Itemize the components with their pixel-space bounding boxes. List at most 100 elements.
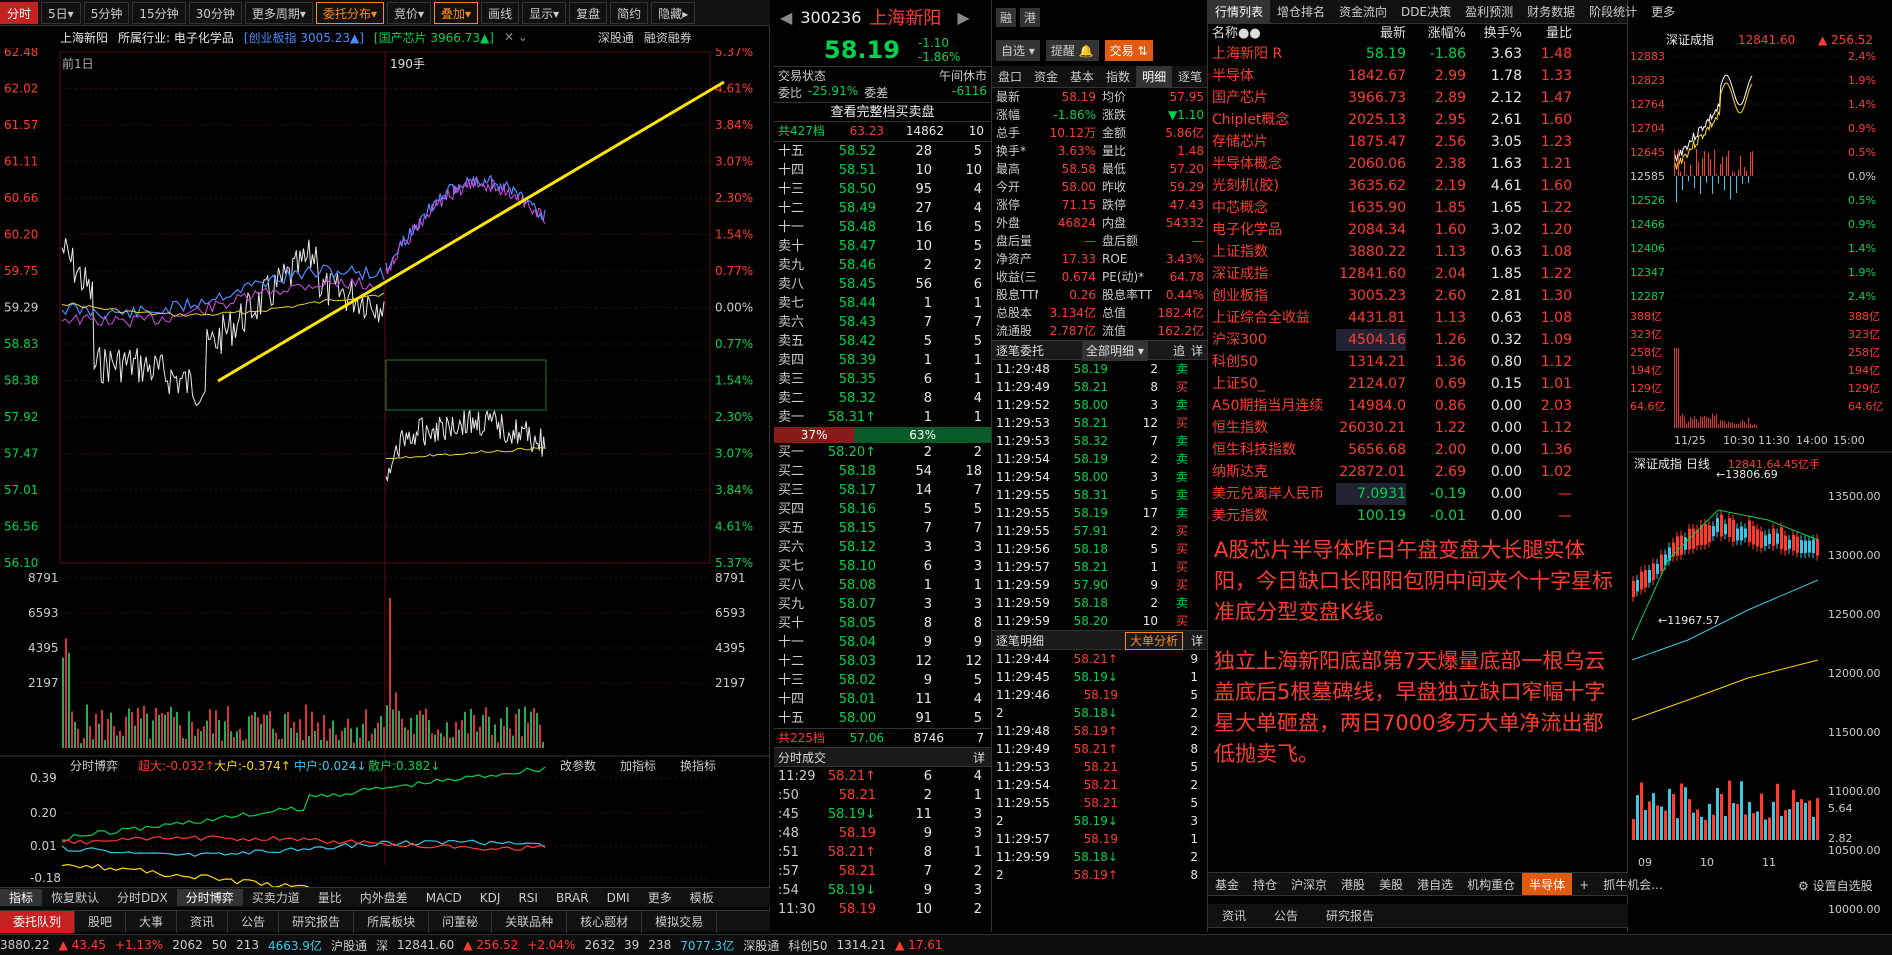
news-tab[interactable]: 研究报告 [1312, 904, 1388, 927]
flow-button[interactable]: 换指标 [680, 758, 716, 773]
trend-line[interactable] [217, 80, 725, 383]
indicator-tab[interactable]: 模板 [681, 889, 723, 906]
ask-row[interactable]: 卖九 58.46 2 2 [774, 256, 991, 275]
list-row[interactable]: 恒生指数 26030.21 1.22 0.00 1.12 [1208, 417, 1627, 439]
index-chart[interactable]: 深证成指 12841.60 ▲ 256.52 12883 2.4% 12823 1.9% 12… [1628, 0, 1892, 932]
full-book-link[interactable]: 查看完整档买卖盘 [774, 102, 991, 122]
watch-tab[interactable]: 港股 [1334, 873, 1372, 895]
list-row[interactable]: 光刻机(胶) 3635.62 2.19 4.61 1.60 [1208, 175, 1627, 197]
list-row[interactable]: 科创50 1314.21 1.36 0.80 1.12 [1208, 351, 1627, 373]
chevron-down-icon[interactable]: ✕ ⌄ [504, 30, 528, 44]
bid-row[interactable]: 买四 58.16 5 5 [774, 500, 991, 519]
big-order-button[interactable]: 大单分析 [1124, 632, 1183, 650]
bid-row[interactable]: 十五 58.00 91 5 [774, 709, 991, 728]
bottom-tab[interactable]: 关联品种 [492, 910, 568, 933]
order-distribution-button[interactable]: 委托分布▾ [315, 1, 384, 24]
bid-row[interactable]: 买十 58.05 8 8 [774, 614, 991, 633]
list-col-header[interactable]: 最新 [1336, 24, 1406, 43]
hide-button[interactable]: 隐藏▸ [651, 1, 696, 24]
replay-button[interactable]: 复盘 [569, 1, 608, 24]
list-row[interactable]: 半导体概念 2060.06 2.38 1.63 1.21 [1208, 153, 1627, 175]
list-row[interactable]: 存储芯片 1875.47 2.56 3.05 1.23 [1208, 131, 1627, 153]
flow-button[interactable]: 改参数 [560, 758, 596, 773]
indicator-tab[interactable]: 恢复默认 [42, 889, 108, 906]
bottom-tab[interactable]: 委托队列 [0, 910, 76, 933]
tab-15min[interactable]: 15分钟 [132, 1, 186, 24]
indicator-tab[interactable]: RSI [509, 891, 547, 905]
ask-row[interactable]: 十五 58.52 28 5 [774, 142, 991, 161]
bottom-tab[interactable]: 所属板块 [354, 910, 430, 933]
hk-badge[interactable]: 港 [1020, 7, 1041, 27]
bottom-tab[interactable]: 问董秘 [429, 910, 493, 933]
indicator-tab[interactable]: 分时博弈 [176, 889, 243, 906]
flow-button[interactable]: 加指标 [620, 758, 656, 773]
stats-tab[interactable]: 资金 [1028, 66, 1064, 87]
bid-row[interactable]: 十四 58.01 11 4 [774, 690, 991, 709]
list-col-header[interactable]: 换手% [1466, 24, 1522, 43]
overlay-index-1[interactable]: [创业板指 3005.23▲] [244, 29, 364, 46]
stats-tab[interactable]: 指数 [1100, 66, 1136, 87]
bottom-tab[interactable]: 股吧 [75, 910, 127, 933]
prev-stock-icon[interactable]: ◀ [780, 8, 792, 27]
zhubi-follow-button[interactable]: 追 [1173, 341, 1185, 361]
list-row[interactable]: 美元兑离岸人民币 7.0931 -0.19 0.00 — [1208, 483, 1627, 505]
ask-row[interactable]: 卖四 58.39 1 1 [774, 351, 991, 370]
draw-line-button[interactable]: 画线 [481, 1, 520, 24]
list-row[interactable]: 国产芯片 3966.73 2.89 2.12 1.47 [1208, 87, 1627, 109]
fenshi-detail-button[interactable]: 详 [973, 748, 985, 768]
watch-tab[interactable]: 半导体 [1522, 873, 1573, 895]
list-tab[interactable]: 增仓排名 [1270, 0, 1332, 23]
indicator-tab[interactable]: 内外盘差 [351, 889, 417, 906]
tab-30min[interactable]: 30分钟 [188, 1, 242, 24]
trade-button[interactable]: 交易 ⇅ [1104, 39, 1153, 61]
stats-tab[interactable]: 盘口 [992, 66, 1028, 87]
tab-5day[interactable]: 5日▾ [41, 1, 81, 24]
list-row[interactable]: 半导体 1842.67 2.99 1.78 1.33 [1208, 65, 1627, 87]
indicator-tab[interactable]: BRAR [547, 891, 598, 905]
list-col-header[interactable]: 涨幅% [1406, 24, 1466, 43]
watch-tab[interactable]: 美股 [1372, 873, 1410, 895]
bottom-tab[interactable]: 模拟交易 [642, 910, 718, 933]
ask-row[interactable]: 十二 58.49 27 4 [774, 199, 991, 218]
watch-tab[interactable]: 基金 [1208, 873, 1246, 895]
ask-row[interactable]: 卖一 58.31↑ 1 1 [774, 408, 991, 427]
list-tab[interactable]: 资金流向 [1332, 0, 1394, 23]
list-row[interactable]: 纳斯达克 22872.01 2.69 0.00 1.02 [1208, 461, 1627, 483]
indicator-tab[interactable]: 分时DDX [108, 889, 177, 906]
watch-tab[interactable]: 港自选 [1410, 873, 1460, 895]
indicator-tab[interactable]: DMI [598, 891, 639, 905]
list-row[interactable]: 电子化学品 2084.34 1.60 3.02 1.20 [1208, 219, 1627, 241]
bid-row[interactable]: 买九 58.07 3 3 [774, 595, 991, 614]
list-tab[interactable]: 行情列表 [1208, 0, 1271, 23]
indicator-tab[interactable]: 指标 [0, 889, 43, 906]
bid-row[interactable]: 十二 58.03 12 12 [774, 652, 991, 671]
mx-detail-button[interactable]: 详 [1191, 631, 1203, 651]
bid-row[interactable]: 买三 58.17 14 7 [774, 481, 991, 500]
watchlist-button[interactable]: 自选 ▾ [996, 39, 1040, 61]
stats-tab[interactable]: 逐笔 [1172, 66, 1208, 87]
ask-row[interactable]: 十四 58.51 10 10 [774, 161, 991, 180]
stats-tab[interactable]: 明细 [1136, 66, 1173, 87]
list-row[interactable]: 恒生科技指数 5656.68 2.00 0.00 1.36 [1208, 439, 1627, 461]
zhubi-detail-button[interactable]: 详 [1191, 341, 1203, 361]
list-col-header[interactable]: 量比 [1522, 24, 1572, 43]
more-periods-button[interactable]: 更多周期▾ [244, 1, 313, 24]
news-tab[interactable]: 资讯 [1208, 904, 1260, 927]
tab-intraday[interactable]: 分时 [0, 1, 39, 24]
bottom-tab[interactable]: 核心题材 [567, 910, 643, 933]
list-row[interactable]: 中芯概念 1635.90 1.85 1.65 1.22 [1208, 197, 1627, 219]
list-row[interactable]: 美元指数 100.19 -0.01 0.00 — [1208, 505, 1627, 527]
bid-row[interactable]: 买一 58.20↑ 2 2 [774, 443, 991, 462]
tab-5min[interactable]: 5分钟 [83, 1, 130, 24]
ask-row[interactable]: 卖三 58.35 6 1 [774, 370, 991, 389]
list-tab[interactable]: 盈利预测 [1458, 0, 1520, 23]
list-row[interactable]: 深证成指 12841.60 2.04 1.85 1.22 [1208, 263, 1627, 285]
list-row[interactable]: 上证综合全收益 4431.81 1.13 0.63 1.08 [1208, 307, 1627, 329]
bottom-tab[interactable]: 大事 [126, 910, 178, 933]
bottom-tab[interactable]: 资讯 [177, 910, 229, 933]
zhubi-select[interactable]: 全部明细 ▾ [1082, 341, 1148, 361]
list-row[interactable]: Chiplet概念 2025.13 2.95 2.61 1.60 [1208, 109, 1627, 131]
simple-button[interactable]: 简约 [610, 1, 649, 24]
bid-row[interactable]: 十三 58.02 9 5 [774, 671, 991, 690]
list-tab[interactable]: 财务数据 [1520, 0, 1582, 23]
